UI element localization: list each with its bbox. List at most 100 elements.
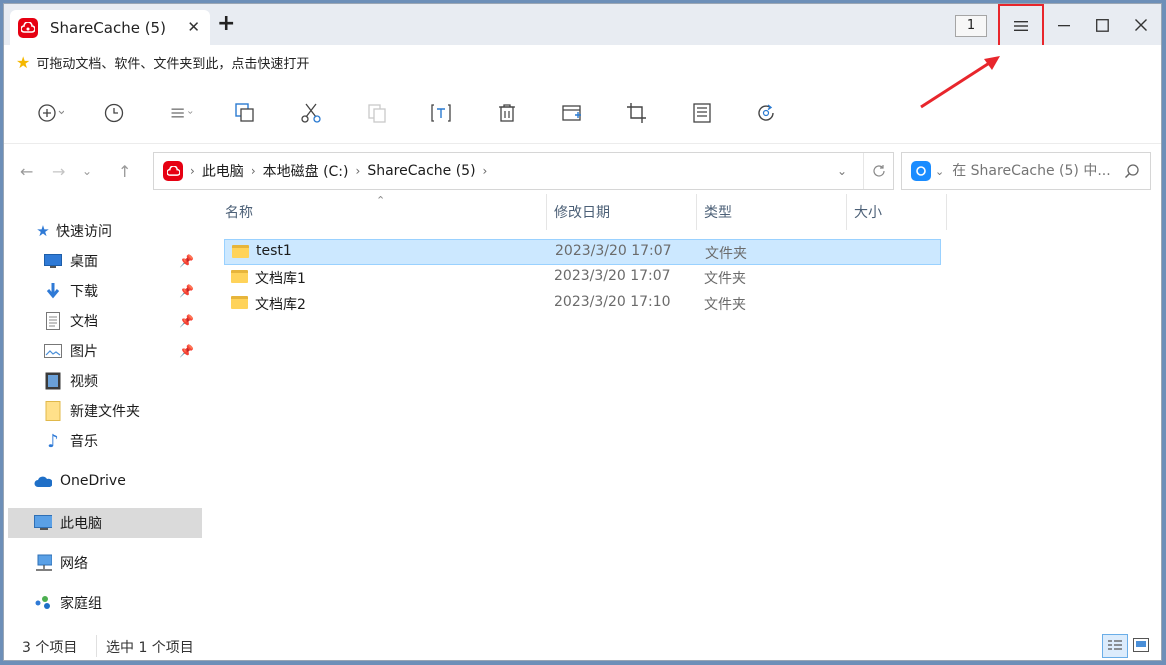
breadcrumb-this-pc[interactable]: 此电脑 [202,161,244,181]
new-add-icon[interactable] [38,100,64,126]
search-engine-icon[interactable] [911,161,931,181]
close-icon [1135,19,1147,31]
sidebar-item-pictures[interactable]: 图片 📌 [44,336,200,366]
star-icon: ★ [36,222,50,240]
sidebar-item-onedrive[interactable]: OneDrive [34,466,204,496]
sidebar-item-label: 此电脑 [60,516,102,532]
column-header-date[interactable]: 修改日期 [547,194,697,230]
quick-launch-bar[interactable]: ★ 可拖动文档、软件、文件夹到此，点击快速打开 [4,45,1161,79]
folder-icon [231,296,248,309]
desktop-icon [44,252,62,270]
file-date: 2023/3/20 17:10 [554,294,671,310]
navigation-pane: ★ 快速访问 桌面 📌 下载 📌 文档 📌 图片 📌 视频 新建文件夹 ♪ 音乐… [4,200,204,630]
search-input[interactable] [952,163,1123,179]
search-box[interactable]: ⌄ [901,152,1151,190]
main-menu-button[interactable] [998,4,1044,48]
crop-icon[interactable] [624,100,650,126]
column-header-label: 修改日期 [554,205,610,221]
quick-launch-hint: 可拖动文档、软件、文件夹到此，点击快速打开 [36,56,310,72]
up-arrow-icon[interactable]: ↑ [118,162,131,181]
table-row[interactable]: 文档库2 2023/3/20 17:10 文件夹 [224,291,941,317]
table-row[interactable]: test1 2023/3/20 17:07 文件夹 [224,239,941,265]
breadcrumb-local-disk[interactable]: 本地磁盘 (C:) [263,161,349,181]
cut-icon[interactable] [298,100,324,126]
toolbar [4,82,1161,144]
large-icons-view-icon [1133,638,1149,652]
sidebar-item-quick-access[interactable]: ★ 快速访问 [34,216,204,246]
paste-icon[interactable] [364,100,390,126]
delete-icon[interactable] [494,100,520,126]
tab-sharecache[interactable]: ShareCache (5) ✕ [10,10,210,45]
sidebar-item-network[interactable]: 网络 [34,548,204,578]
network-icon [34,554,52,572]
picture-icon [44,342,62,360]
address-bar[interactable]: › 此电脑 › 本地磁盘 (C:) › ShareCache (5) › ⌄ [153,152,894,190]
history-icon[interactable] [101,100,127,126]
refresh-icon[interactable] [753,100,779,126]
status-bar: 3 个项目 选中 1 个项目 [4,631,1161,662]
minimize-button[interactable] [1049,12,1079,38]
file-name: 文档库1 [255,271,306,287]
document-icon [44,312,62,330]
forward-arrow-icon[interactable]: → [52,162,65,181]
sidebar-item-this-pc[interactable]: 此电脑 [8,508,202,538]
sidebar-item-label: 视频 [70,374,98,390]
file-date: 2023/3/20 17:07 [554,268,671,284]
file-type: 文件夹 [705,246,747,262]
rename-icon[interactable] [428,100,454,126]
sidebar-item-documents[interactable]: 文档 📌 [44,306,200,336]
column-header-size[interactable]: 大小 [847,194,947,230]
table-row[interactable]: 文档库1 2023/3/20 17:07 文件夹 [224,265,941,291]
sidebar-item-new-folder[interactable]: 新建文件夹 [44,396,200,426]
sidebar-item-label: 下载 [70,284,98,300]
back-arrow-icon[interactable]: ← [20,162,33,181]
pin-icon[interactable]: 📌 [179,314,194,328]
address-history-chevron-down-icon[interactable]: ⌄ [837,164,847,178]
pin-icon[interactable]: 📌 [179,284,194,298]
window-count-badge[interactable]: 1 [955,15,987,37]
tab-close-icon[interactable]: ✕ [187,18,200,36]
reload-icon [872,165,885,177]
file-manager-window: ShareCache (5) ✕ + 1 ★ 可拖动文档、软件、文件夹到此，点击… [3,3,1162,661]
file-list-pane: ⌃ 名称 修改日期 类型 大小 test1 2023/3/20 17:07 文件… [204,194,1161,630]
column-header-type[interactable]: 类型 [697,194,847,230]
close-window-button[interactable] [1126,12,1156,38]
copy-icon[interactable] [232,100,258,126]
maximize-icon [1095,18,1109,32]
sidebar-item-videos[interactable]: 视频 [44,366,200,396]
properties-icon[interactable] [689,100,715,126]
sidebar-item-downloads[interactable]: 下载 📌 [44,276,200,306]
new-folder-icon[interactable] [559,100,585,126]
column-header-label: 大小 [854,205,882,221]
pin-icon[interactable]: 📌 [179,254,194,268]
homegroup-icon [34,594,52,612]
breadcrumb-separator-icon: › [190,164,195,178]
new-tab-button[interactable]: + [217,13,235,35]
recent-chevron-down-icon[interactable]: ⌄ [82,164,92,178]
large-icons-view-button[interactable] [1132,637,1150,653]
sharecache-logo-icon [18,17,38,38]
breadcrumb-sharecache[interactable]: ShareCache (5) [367,163,475,179]
view-menu-icon[interactable] [170,100,196,126]
search-icon[interactable] [1124,163,1140,179]
column-header-name[interactable]: 名称 [204,194,547,230]
breadcrumb-separator-icon: › [355,164,361,178]
details-view-icon [1108,640,1122,650]
sidebar-item-music[interactable]: ♪ 音乐 [44,426,200,456]
maximize-button[interactable] [1087,12,1117,38]
sidebar-item-label: 新建文件夹 [70,404,140,420]
sidebar-item-desktop[interactable]: 桌面 📌 [44,246,200,276]
column-header-label: 名称 [225,205,253,221]
download-icon [44,282,62,300]
tab-title: ShareCache (5) [50,18,166,37]
minimize-icon [1058,25,1070,27]
video-icon [44,372,62,390]
details-view-button[interactable] [1102,634,1128,658]
star-icon: ★ [16,52,31,72]
search-engine-chevron-icon[interactable]: ⌄ [935,165,944,178]
sidebar-item-label: 桌面 [70,254,98,270]
sidebar-item-homegroup[interactable]: 家庭组 [34,588,204,618]
refresh-address-button[interactable] [863,153,893,189]
breadcrumb-separator-icon: › [482,164,488,178]
pin-icon[interactable]: 📌 [179,344,194,358]
